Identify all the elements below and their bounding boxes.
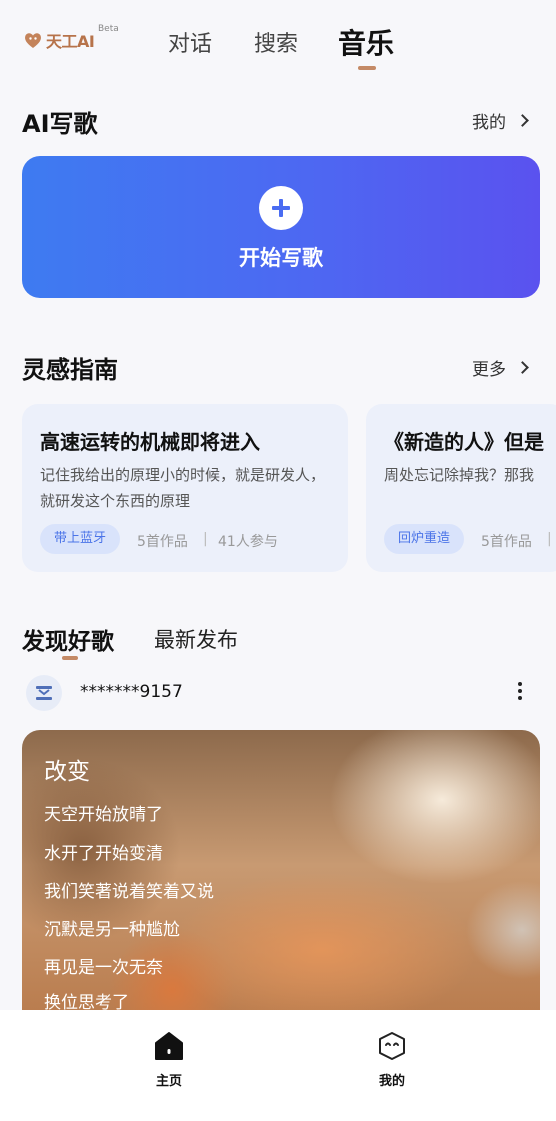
lyric-line: 我们笑著说着笑着又说 [44, 882, 214, 902]
beta-badge: Beta [98, 24, 119, 34]
song-title: 改变 [44, 759, 90, 785]
inspiration-card[interactable]: 《新造的人》但是 周处忘记除掉我？那我 回炉重造 5首作品 | [366, 404, 556, 572]
inspiration-card[interactable]: 高速运转的机械即将进入 记住我给出的原理小的时候，就是研发人，就研发这个东西的原… [22, 404, 348, 572]
tab-chat[interactable]: 对话 [168, 26, 212, 58]
ai-write-title: AI写歌 [22, 110, 98, 138]
participants-count: 41人参与 [218, 534, 278, 550]
logo-heart-icon [25, 33, 41, 48]
more-options-icon[interactable] [516, 682, 524, 704]
tab-music[interactable]: 音乐 [338, 22, 394, 62]
inspiration-more-link[interactable]: 更多 [472, 355, 529, 380]
logo-text: 天工AI [46, 32, 95, 51]
lyric-line: 沉默是另一种尴尬 [44, 920, 180, 940]
inspiration-card-title: 《新造的人》但是 [384, 430, 544, 454]
nav-label-home: 主页 [155, 1074, 182, 1089]
inspiration-card-title: 高速运转的机械即将进入 [40, 430, 260, 454]
inspiration-more-label: 更多 [472, 360, 506, 380]
inspiration-tag[interactable]: 带上蓝牙 [40, 524, 121, 554]
avatar[interactable] [26, 675, 62, 711]
chevron-right-icon [516, 114, 529, 127]
works-count: 5首作品 [137, 534, 188, 550]
nav-label-profile: 我的 [378, 1074, 405, 1089]
plus-icon [259, 186, 303, 230]
meta-separator: | [547, 531, 552, 547]
meta-separator: | [203, 531, 208, 547]
chevron-right-icon [516, 361, 529, 374]
tab-discover[interactable]: 发现好歌 [22, 622, 114, 656]
my-songs-link[interactable]: 我的 [472, 108, 529, 133]
active-tab-indicator [358, 66, 376, 70]
tab-search[interactable]: 搜索 [254, 26, 298, 58]
home-icon [155, 1032, 183, 1060]
song-card[interactable]: 改变 天空开始放晴了 水开了开始变清 我们笑著说着笑着又说 沉默是另一种尴尬 再… [22, 730, 540, 1030]
bottom-nav: 主页 我的 [0, 1010, 556, 1121]
lyric-line: 天空开始放晴了 [44, 805, 163, 825]
start-write-song-label: 开始写歌 [239, 246, 323, 270]
lyric-line: 再见是一次无奈 [44, 958, 163, 978]
inspiration-card-desc: 记住我给出的原理小的时候，就是研发人，就研发这个东西的原理 [40, 466, 326, 510]
app-logo[interactable]: 天工AI [22, 28, 95, 52]
start-write-song-button[interactable]: 开始写歌 [22, 156, 540, 298]
lyric-line: 水开了开始变清 [44, 844, 163, 864]
profile-face-icon [379, 1032, 405, 1060]
my-songs-label: 我的 [472, 113, 506, 133]
tab-latest[interactable]: 最新发布 [154, 624, 238, 654]
inspiration-title: 灵感指南 [22, 356, 118, 384]
works-count: 5首作品 [481, 534, 532, 550]
inspiration-tag[interactable]: 回炉重造 [384, 524, 465, 554]
music-screen: 天工AI Beta 对话 搜索 音乐 AI写歌 我的 开始写歌 灵感指南 更多 … [0, 0, 556, 1121]
discover-tab-indicator [62, 656, 78, 660]
user-avatar-icon [36, 686, 52, 700]
inspiration-card-desc: 周处忘记除掉我？那我 [384, 466, 535, 484]
post-username[interactable]: *******9157 [80, 682, 183, 702]
top-header: 天工AI Beta 对话 搜索 音乐 [0, 0, 556, 80]
